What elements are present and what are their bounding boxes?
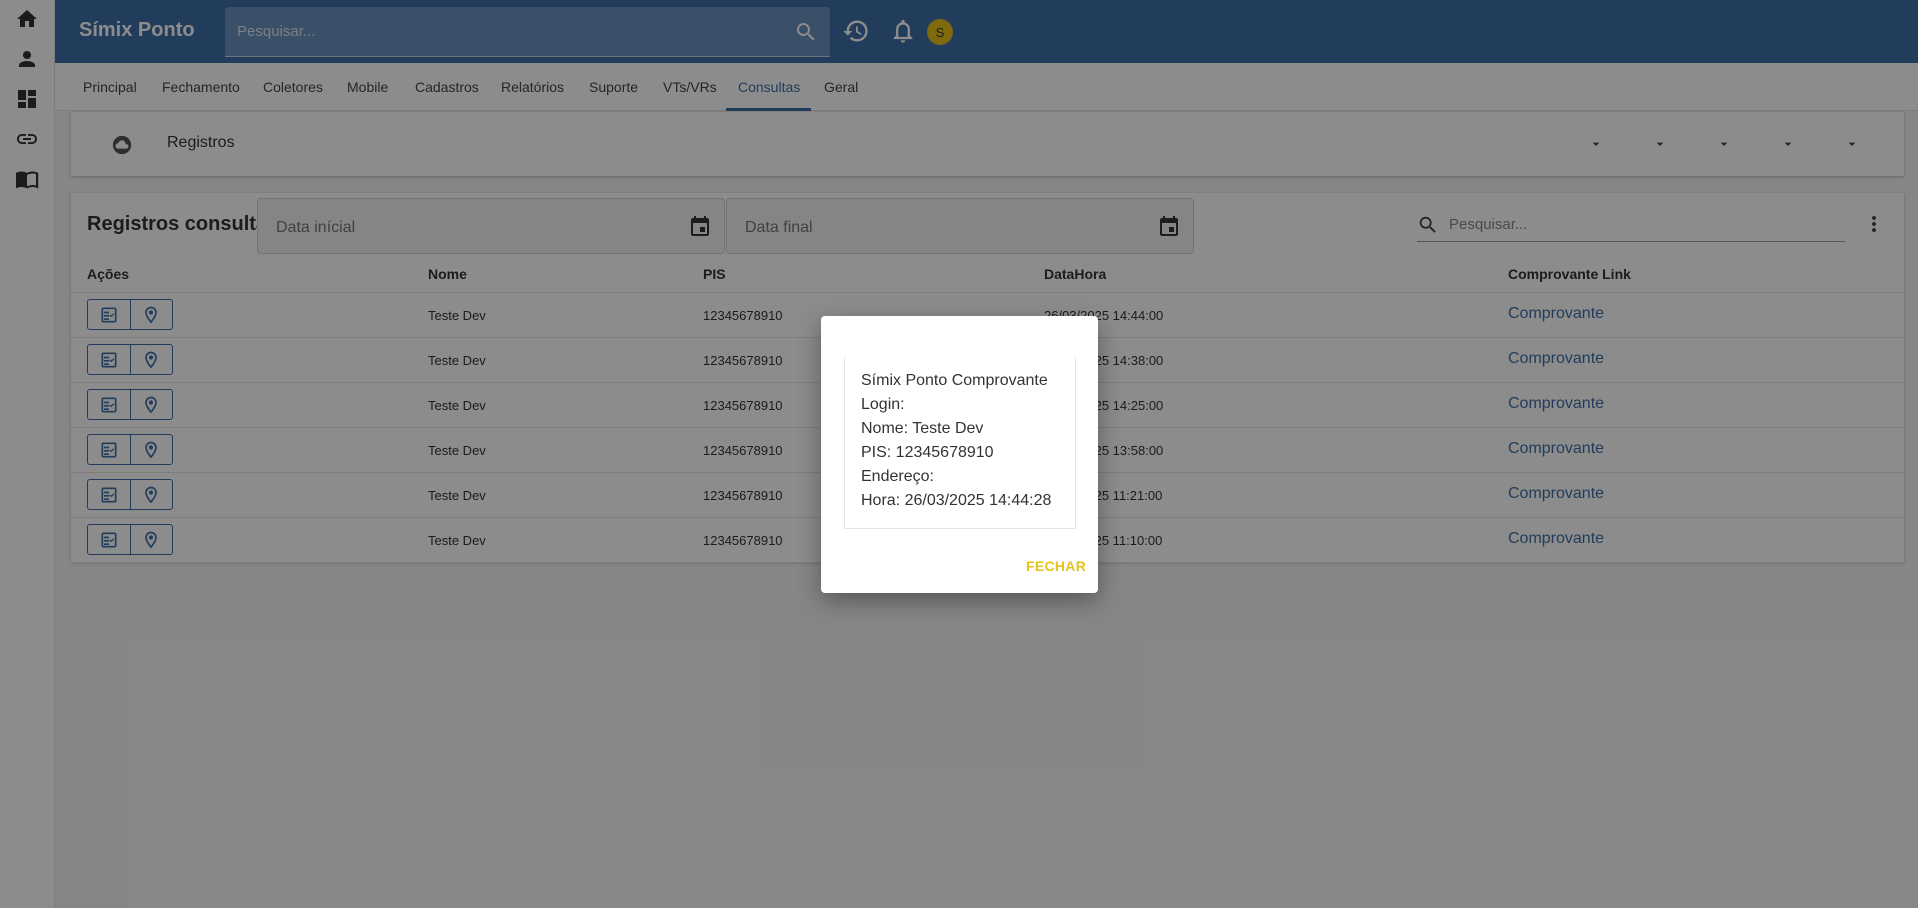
receipt-hora: Hora: 26/03/2025 14:44:28 xyxy=(861,492,1052,509)
receipt-login: Login: xyxy=(861,396,905,413)
receipt-dialog: Símix Ponto Comprovante Login: Nome: Tes… xyxy=(821,316,1098,593)
close-button[interactable]: FECHAR xyxy=(1026,558,1086,574)
receipt-endereco: Endereço: xyxy=(861,468,934,485)
receipt-nome: Nome: Teste Dev xyxy=(861,420,984,437)
receipt-content: Símix Ponto Comprovante Login: Nome: Tes… xyxy=(844,357,1076,529)
receipt-pis: PIS: 12345678910 xyxy=(861,444,994,461)
receipt-title: Símix Ponto Comprovante xyxy=(861,372,1048,389)
